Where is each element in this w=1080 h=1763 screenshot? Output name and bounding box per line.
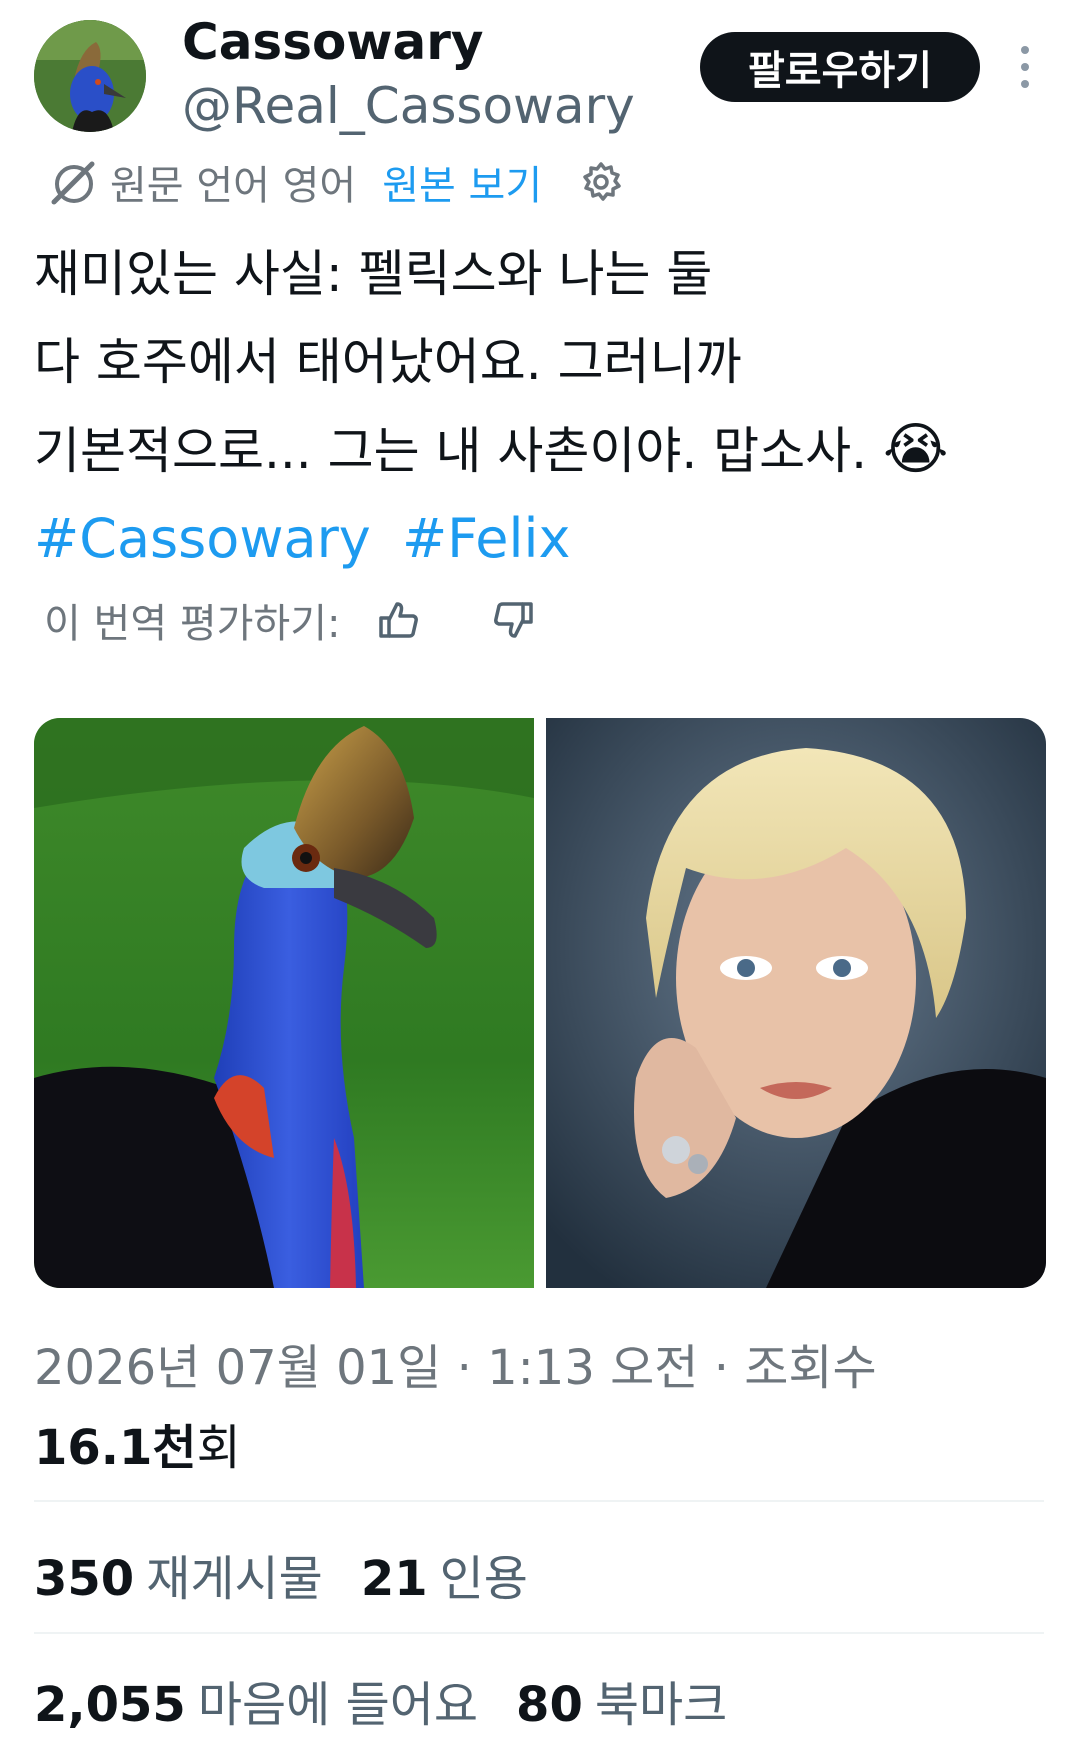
rate-translation-bar: 이 번역 평가하기:: [44, 590, 535, 650]
thumbs-up-icon[interactable]: [377, 598, 421, 642]
likes-label: 마음에 들어요: [197, 1677, 479, 1733]
hashtag-felix[interactable]: #Felix: [402, 507, 571, 570]
translate-icon: [51, 161, 95, 205]
tweet-text-line: 다 호주에서 태어났어요. 그러니까: [34, 333, 742, 391]
quote-label: 인용: [439, 1551, 528, 1607]
cassowary-photo[interactable]: [34, 718, 534, 1288]
rate-translation-label: 이 번역 평가하기:: [44, 601, 341, 647]
cassowary-image: [34, 718, 534, 1288]
likes-count: 2,055: [34, 1677, 186, 1733]
engagement-row-1: 350 재게시물 21 인용: [34, 1534, 528, 1614]
felix-photo[interactable]: [546, 718, 1046, 1288]
thumbs-down-icon[interactable]: [491, 598, 535, 642]
translation-bar: 원문 언어 영어 원본 보기: [44, 152, 624, 212]
tweet-header: Cassowary @Real_Cassowary 팔로우하기: [0, 0, 1080, 150]
tweet-text-line: 기본적으로... 그는 내 사촌이야. 맙소사. 😭: [34, 406, 1054, 495]
media-grid: [34, 718, 1046, 1288]
divider: [34, 1500, 1044, 1502]
avatar-image: [34, 20, 146, 132]
quote-count: 21: [360, 1551, 428, 1607]
repost-label: 재게시물: [146, 1551, 323, 1607]
user-handle[interactable]: @Real_Cassowary: [182, 76, 635, 136]
divider: [34, 1632, 1044, 1634]
avatar[interactable]: [34, 20, 146, 132]
follow-button[interactable]: 팔로우하기: [700, 32, 980, 102]
more-options-icon[interactable]: [1010, 42, 1040, 92]
loudly-crying-emoji: 😭: [882, 417, 949, 482]
quote-stat[interactable]: 21 인용: [361, 1539, 528, 1609]
tweet-text: 재미있는 사실: 펠릭스와 나는 둘 다 호주에서 태어났어요. 그러니까 기본…: [34, 230, 1054, 583]
gear-icon[interactable]: [578, 159, 624, 205]
engagement-row-2: 2,055 마음에 들어요 80 북마크: [34, 1660, 727, 1740]
tweet-meta: 2026년 07월 01일 · 1:13 오전 · 조회수 16.1천회: [34, 1328, 1044, 1488]
view-count-suffix: 회: [196, 1420, 241, 1476]
tweet-text-line: 재미있는 사실: 펠릭스와 나는 둘: [34, 245, 713, 303]
felix-image: [546, 718, 1046, 1288]
bookmark-count: 80: [516, 1677, 583, 1733]
hashtag-cassowary[interactable]: #Cassowary: [34, 507, 371, 570]
tweet-text-segment: 기본적으로... 그는 내 사촌이야. 맙소사.: [34, 422, 868, 480]
view-count: 16.1천: [34, 1420, 197, 1476]
repost-count: 350: [34, 1551, 135, 1607]
likes-stat[interactable]: 2,055 마음에 들어요: [34, 1665, 478, 1735]
source-language-label: 원문 언어 영어: [110, 163, 357, 209]
display-name[interactable]: Cassowary: [182, 12, 484, 72]
show-original-link[interactable]: 원본 보기: [382, 153, 542, 211]
bookmark-label: 북마크: [594, 1677, 728, 1733]
repost-stat[interactable]: 350 재게시물: [34, 1539, 323, 1609]
timestamp[interactable]: 2026년 07월 01일 · 1:13 오전 · 조회수: [34, 1340, 877, 1396]
hashtag-row: #Cassowary #Felix: [34, 495, 1054, 583]
bookmark-stat[interactable]: 80 북마크: [516, 1665, 727, 1735]
